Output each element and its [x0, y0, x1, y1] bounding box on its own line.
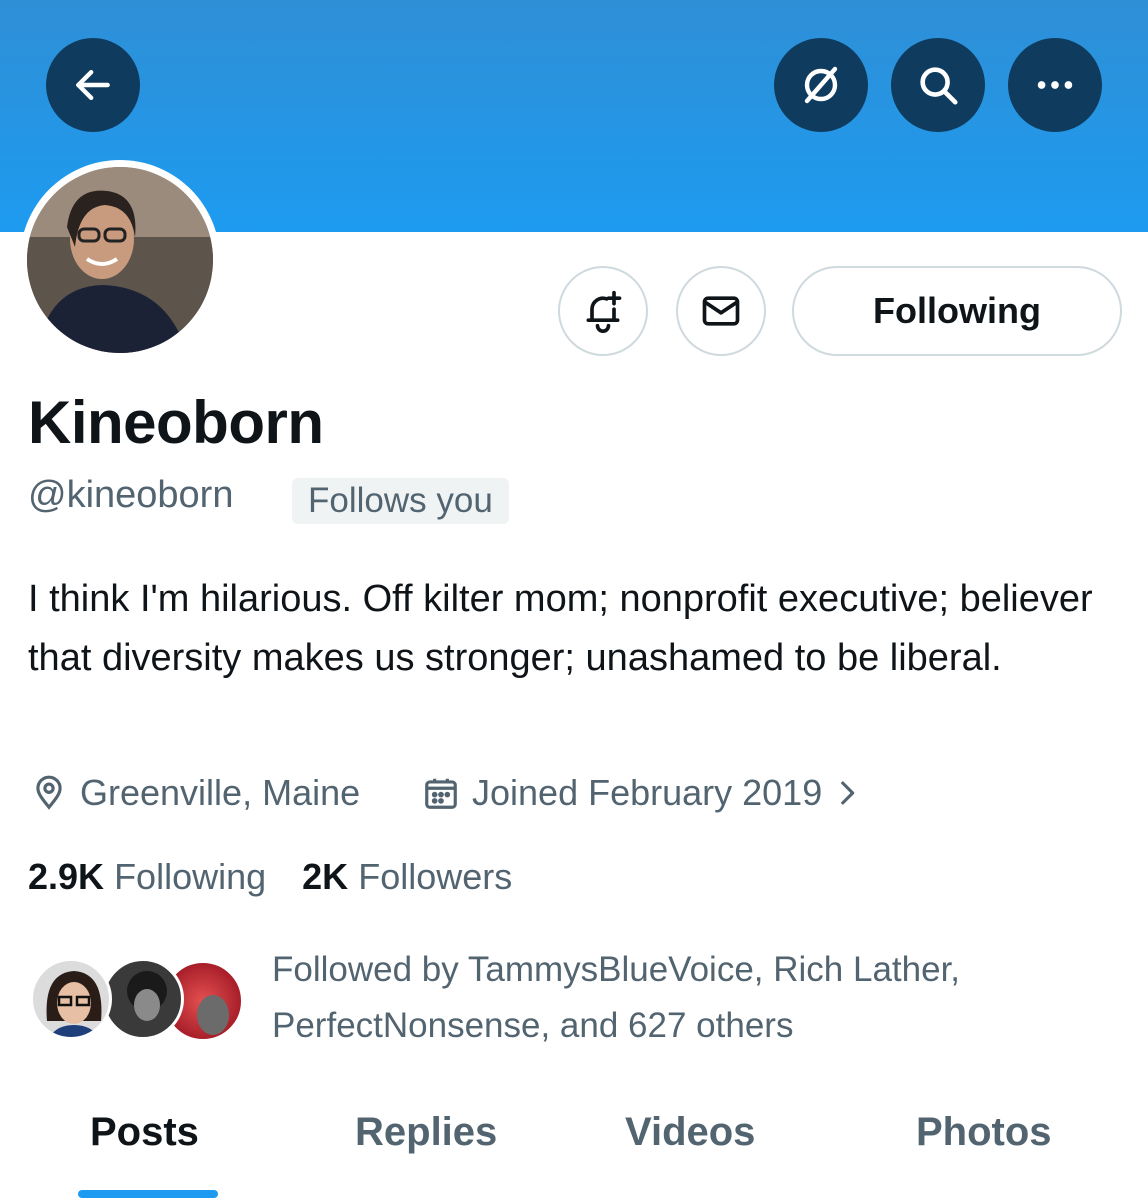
followers-link[interactable]: 2K Followers: [302, 856, 512, 897]
message-button[interactable]: [676, 266, 766, 356]
following-link[interactable]: 2.9K Following: [28, 856, 266, 897]
search-button[interactable]: [891, 38, 985, 132]
active-tab-indicator: [78, 1190, 218, 1198]
bell-plus-icon: [586, 290, 622, 333]
arrow-left-icon: [76, 69, 110, 101]
back-button[interactable]: [46, 38, 140, 132]
following-button[interactable]: Following: [792, 266, 1122, 356]
location-pin-icon: [36, 775, 62, 810]
followed-by-text[interactable]: Followed by TammysBlueVoice, Rich Lather…: [272, 942, 1092, 1054]
tab-photos[interactable]: Photos: [916, 1110, 1052, 1155]
profile-avatar[interactable]: [20, 160, 220, 360]
calendar-icon: [425, 778, 457, 809]
avatar: [27, 167, 213, 353]
follows-you-badge: Follows you: [292, 478, 509, 524]
chevron-right-icon: [841, 781, 855, 805]
more-horizontal-icon: [1037, 81, 1073, 89]
follower-avatar-1: [30, 958, 112, 1040]
notifications-button[interactable]: [558, 266, 648, 356]
more-button[interactable]: [1008, 38, 1102, 132]
handle: @kineoborn: [28, 474, 234, 516]
bio: I think I'm hilarious. Off kilter mom; n…: [28, 578, 1093, 679]
following-label: Following: [114, 856, 267, 897]
display-name: Kineoborn: [28, 389, 324, 456]
mail-icon: [702, 296, 740, 326]
joined-text: Joined February 2019: [472, 772, 823, 813]
joined-date[interactable]: Joined February 2019: [422, 772, 864, 814]
search-icon: [920, 67, 958, 105]
grok-button[interactable]: [774, 38, 868, 132]
location: Greenville, Maine: [30, 772, 360, 814]
tab-replies[interactable]: Replies: [355, 1110, 497, 1155]
followers-count: 2K: [302, 856, 349, 897]
following-count: 2.9K: [28, 856, 105, 897]
tab-posts[interactable]: Posts: [90, 1110, 199, 1155]
followers-label: Followers: [358, 856, 513, 897]
tab-videos[interactable]: Videos: [625, 1110, 755, 1155]
follow-stats: 2.9K Following 2K Followers: [28, 856, 512, 898]
location-text: Greenville, Maine: [80, 772, 361, 813]
follower-avatar-2: [102, 958, 184, 1040]
grok-icon: [804, 66, 838, 104]
